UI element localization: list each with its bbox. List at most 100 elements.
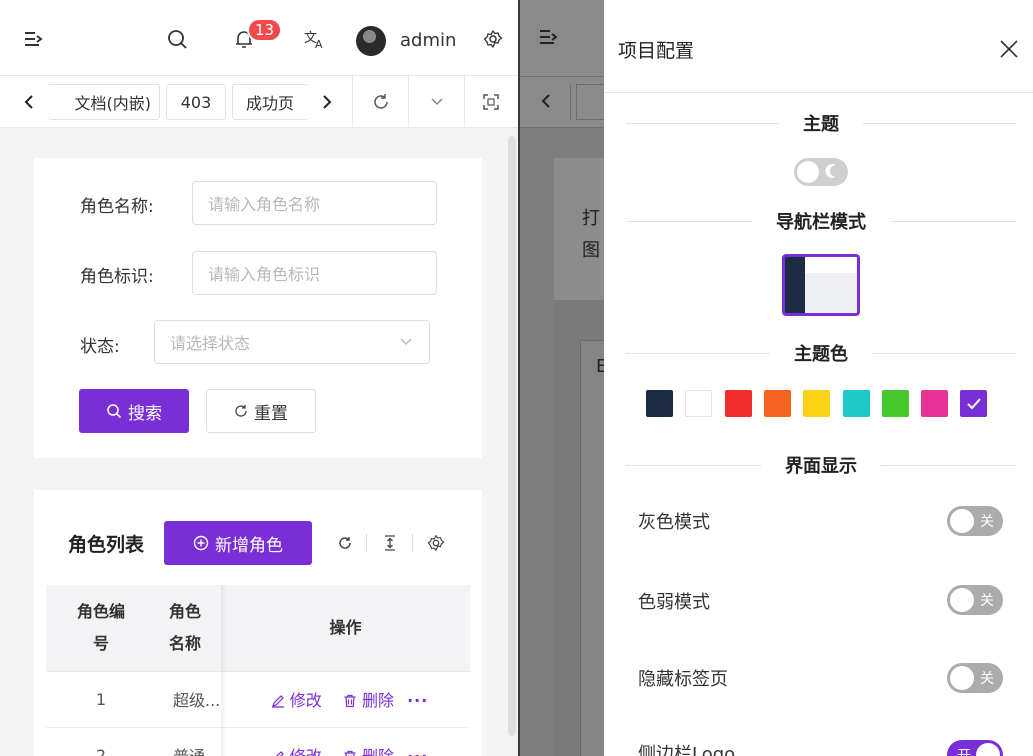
theme-color-swatch[interactable] — [921, 390, 949, 417]
tab-success-page[interactable]: 成功页 — [232, 84, 308, 120]
refresh-table-icon[interactable] — [333, 530, 357, 556]
translate-icon[interactable]: 文A — [300, 24, 330, 54]
search-button[interactable]: 搜索 — [79, 389, 189, 433]
tab-403[interactable]: 403 — [166, 84, 226, 120]
role-name-input[interactable]: 请输入角色名称 — [192, 181, 437, 225]
switch-knob — [950, 588, 974, 612]
chevron-left-icon — [540, 94, 552, 108]
tab-scroll-left-icon[interactable] — [14, 87, 44, 117]
theme-color-swatch[interactable] — [842, 390, 870, 417]
dark-mode-switch[interactable] — [794, 158, 848, 186]
table-row: 1 超级... 修改 删除 ··· — [46, 671, 470, 728]
main-app-panel: 13 文A admin 文档(内嵌) 403 成功页 角色名称: 请输入角色名称… — [0, 0, 518, 756]
refresh-tab-icon[interactable] — [366, 87, 396, 117]
add-circle-icon — [193, 535, 209, 551]
user-avatar[interactable] — [356, 26, 386, 56]
check-icon — [967, 397, 981, 409]
switch-knob — [976, 743, 1000, 756]
nav-mode-sidebar-preview — [785, 257, 805, 313]
actions-cell: 修改 删除 ··· — [221, 671, 470, 728]
delete-link[interactable]: 删除 — [343, 747, 399, 756]
notification-badge: 13 — [247, 18, 283, 42]
column-settings-gear-icon[interactable] — [424, 530, 448, 556]
edit-link[interactable]: 修改 — [271, 691, 327, 710]
column-header-role-name[interactable]: 角色名称 — [156, 585, 221, 672]
theme-color-swatch[interactable] — [724, 390, 752, 417]
grey-mode-label: 灰色模式 — [638, 512, 710, 533]
more-actions-icon[interactable]: ··· — [407, 747, 428, 756]
role-key-label: 角色标识: — [80, 267, 154, 287]
reset-icon — [235, 405, 247, 417]
theme-color-swatch[interactable] — [646, 390, 673, 417]
edit-pen-icon — [271, 695, 284, 708]
role-name-cell: 超级... — [156, 671, 221, 728]
sidebar-logo-switch[interactable]: 开 — [947, 740, 1003, 756]
tab-scroll-right-icon[interactable] — [312, 87, 342, 117]
page-scrollbar[interactable] — [508, 136, 516, 736]
svg-text:A: A — [315, 38, 323, 50]
fullscreen-icon[interactable] — [476, 87, 506, 117]
theme-color-swatch[interactable] — [685, 390, 713, 417]
role-list-title: 角色列表 — [68, 534, 145, 556]
nav-mode-sidebar-option[interactable] — [782, 254, 860, 316]
hide-tabs-switch[interactable]: 关 — [947, 663, 1003, 693]
tabbar-divider — [408, 76, 409, 128]
edit-pen-icon — [275, 751, 284, 756]
settings-gear-icon[interactable] — [478, 24, 508, 54]
more-actions-icon[interactable]: ··· — [407, 691, 428, 710]
section-display: 界面显示 — [626, 450, 1016, 480]
moon-icon — [825, 164, 836, 178]
table-row: 2 普通... 修改 删除 ··· — [46, 727, 470, 756]
toolbar-separator — [412, 534, 413, 552]
dimmed-text: E — [596, 356, 604, 377]
tab-bar: 文档(内嵌) 403 成功页 — [0, 76, 518, 128]
switch-knob — [950, 666, 974, 690]
dimmed-text: 打 — [582, 208, 600, 229]
tabbar-divider — [352, 76, 353, 128]
add-role-button[interactable]: 新增角色 — [164, 521, 312, 565]
tab-embedded-doc[interactable]: 文档(内嵌) — [48, 84, 160, 120]
delete-link[interactable]: 删除 — [343, 691, 399, 710]
actions-cell: 修改 删除 ··· — [221, 727, 470, 756]
username-label[interactable]: admin — [400, 30, 456, 51]
color-weak-mode-label: 色弱模式 — [638, 592, 710, 613]
close-icon[interactable] — [998, 38, 1022, 62]
notification-bell-icon[interactable]: 13 — [229, 18, 283, 54]
role-id-cell: 1 — [46, 671, 156, 728]
tabbar-divider — [464, 76, 465, 128]
dimmed-divider — [570, 84, 571, 120]
theme-color-swatch[interactable] — [803, 390, 831, 417]
status-label: 状态: — [80, 337, 120, 357]
section-theme-color: 主题色 — [626, 338, 1016, 368]
table-header-row: 角色编号 角色名称 操作 — [46, 585, 470, 672]
dimmed-panel — [580, 340, 604, 756]
sidebar-logo-label: 侧边栏Logo — [638, 744, 736, 756]
theme-color-swatch[interactable] — [881, 390, 909, 417]
dimmed-header — [520, 0, 604, 76]
search-icon[interactable] — [162, 24, 192, 54]
edit-link[interactable]: 修改 — [271, 747, 327, 756]
top-header: 13 文A admin — [0, 0, 518, 76]
grey-mode-switch[interactable]: 关 — [947, 506, 1003, 536]
delete-trash-icon — [344, 750, 356, 756]
reset-button[interactable]: 重置 — [206, 389, 316, 433]
dimmed-tab — [576, 84, 604, 120]
menu-fold-icon[interactable] — [18, 24, 48, 54]
tab-dropdown-chevron-icon[interactable] — [422, 87, 452, 117]
fixed-column-shadow — [221, 585, 227, 756]
drawer-header-divider — [604, 92, 1033, 93]
color-weak-mode-switch[interactable]: 关 — [947, 585, 1003, 615]
hide-tabs-label: 隐藏标签页 — [638, 669, 728, 690]
toolbar-separator — [366, 534, 367, 552]
theme-color-swatch[interactable] — [960, 390, 988, 417]
delete-trash-icon — [344, 694, 356, 708]
menu-fold-icon — [538, 28, 558, 46]
nav-mode-body-preview — [805, 257, 857, 313]
project-settings-drawer: 项目配置 主题 导航栏模式 主题色 界面显示 灰色模式 关 色弱模式 关 隐藏标… — [604, 0, 1033, 756]
status-select[interactable]: 请选择状态 — [154, 320, 430, 364]
role-key-input[interactable]: 请输入角色标识 — [192, 251, 437, 295]
column-header-role-id[interactable]: 角色编号 — [46, 585, 156, 672]
theme-color-swatch[interactable] — [763, 390, 791, 417]
role-name-label: 角色名称: — [80, 197, 154, 217]
column-height-icon[interactable] — [378, 530, 402, 556]
